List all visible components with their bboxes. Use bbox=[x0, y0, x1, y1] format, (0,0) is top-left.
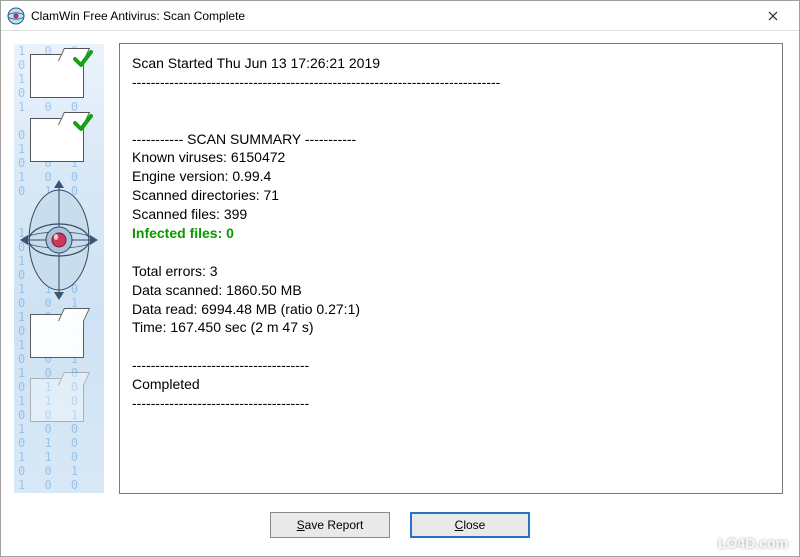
button-label: ave Report bbox=[305, 518, 364, 532]
button-label: lose bbox=[463, 518, 485, 532]
checkmark-icon bbox=[72, 112, 94, 134]
infected-files-line: Infected files: 0 bbox=[132, 224, 770, 243]
save-report-button[interactable]: Save Report bbox=[270, 512, 390, 538]
dialog-window: ClamWin Free Antivirus: Scan Complete 1 … bbox=[0, 0, 800, 557]
report-line: Data read: 6994.48 MB (ratio 0.27:1) bbox=[132, 300, 770, 319]
folder-empty-icon bbox=[30, 314, 88, 362]
separator: ----------------------------------------… bbox=[132, 73, 770, 92]
close-button[interactable]: Close bbox=[410, 512, 530, 538]
mnemonic: S bbox=[297, 518, 305, 532]
sidebar-graphic: 1 0 0 0 1 0 1 1 0 0 0 1 1 0 0 0 1 0 1 1 … bbox=[13, 43, 105, 494]
titlebar: ClamWin Free Antivirus: Scan Complete bbox=[1, 1, 799, 31]
report-line: Scanned files: 399 bbox=[132, 205, 770, 224]
report-line: Known viruses: 6150472 bbox=[132, 148, 770, 167]
report-line: Data scanned: 1860.50 MB bbox=[132, 281, 770, 300]
report-line: Scanned directories: 71 bbox=[132, 186, 770, 205]
scan-report-textarea[interactable]: Scan Started Thu Jun 13 17:26:21 2019 --… bbox=[119, 43, 783, 494]
summary-header: ----------- SCAN SUMMARY ----------- bbox=[132, 130, 770, 149]
app-icon bbox=[7, 7, 25, 25]
window-title: ClamWin Free Antivirus: Scan Complete bbox=[31, 9, 753, 23]
folder-complete-icon bbox=[30, 118, 88, 166]
checkmark-icon bbox=[72, 48, 94, 70]
completed-line: Completed bbox=[132, 375, 770, 394]
folder-complete-icon bbox=[30, 54, 88, 102]
separator: -------------------------------------- bbox=[132, 394, 770, 413]
close-window-button[interactable] bbox=[753, 2, 793, 30]
separator: -------------------------------------- bbox=[132, 356, 770, 375]
dialog-body: 1 0 0 0 1 0 1 1 0 0 0 1 1 0 0 0 1 0 1 1 … bbox=[1, 31, 799, 502]
report-line: Time: 167.450 sec (2 m 47 s) bbox=[132, 318, 770, 337]
shield-icon bbox=[20, 180, 98, 300]
report-line: Total errors: 3 bbox=[132, 262, 770, 281]
report-line: Scan Started Thu Jun 13 17:26:21 2019 bbox=[132, 54, 770, 73]
report-line: Engine version: 0.99.4 bbox=[132, 167, 770, 186]
folder-ghost-icon bbox=[30, 378, 88, 426]
mnemonic: C bbox=[455, 518, 464, 532]
button-bar: Save Report Close bbox=[1, 502, 799, 556]
